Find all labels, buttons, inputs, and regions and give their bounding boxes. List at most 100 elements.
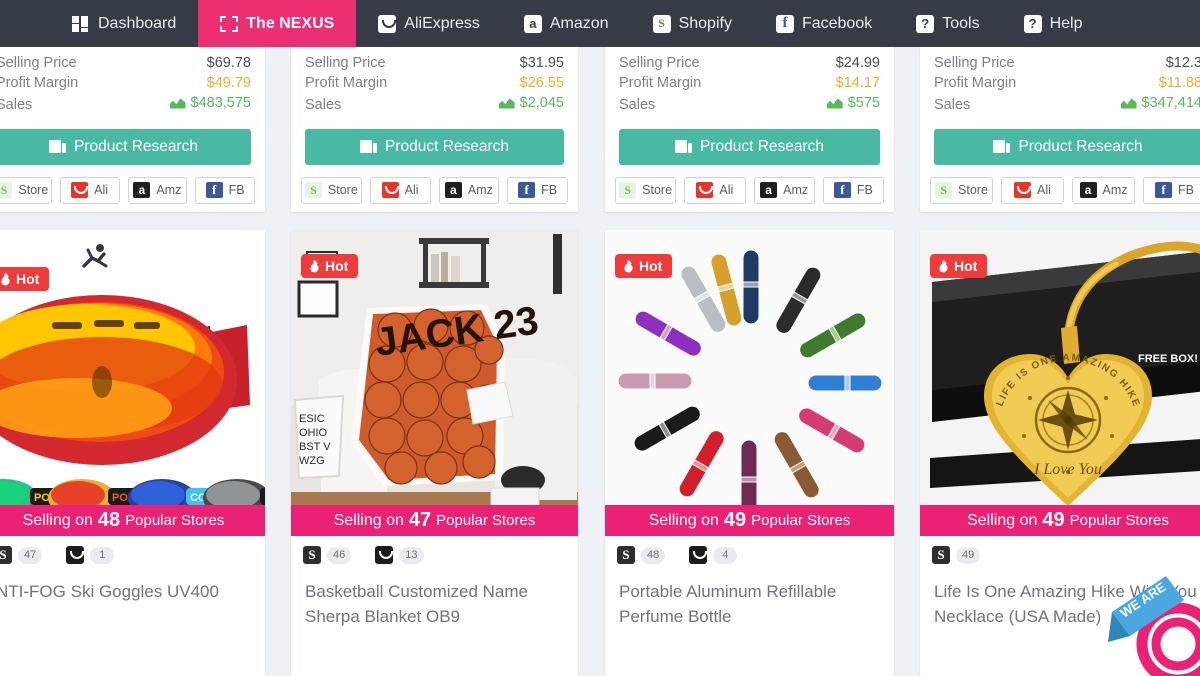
book-icon — [48, 140, 66, 153]
aliexpress-icon — [696, 182, 714, 198]
stat-value-wrap: $575 — [826, 95, 880, 111]
amz-link-button[interactable]: Amz — [1072, 176, 1135, 204]
stat-value-wrap: $347,414 — [1120, 95, 1200, 111]
stat-label: Profit Margin — [305, 75, 388, 91]
store-link-button[interactable]: Store — [930, 176, 993, 204]
nav-item-amazon[interactable]: a Amazon — [502, 0, 631, 47]
amazon-icon — [444, 182, 462, 198]
stat-sales: Sales $575 — [619, 93, 880, 115]
amz-link-button[interactable]: Amz — [127, 176, 188, 204]
product-image[interactable]: Hot Selling on 49 Popular Stores — [605, 230, 894, 536]
stat-profit-margin: Profit Margin $11.88 — [934, 73, 1200, 93]
aliexpress-icon — [66, 546, 85, 564]
stat-value-wrap: $2,045 — [498, 95, 564, 111]
store-link-button[interactable]: Store — [301, 176, 362, 204]
aliexpress-icon — [71, 182, 89, 198]
amz-link-button[interactable]: Amz — [438, 176, 500, 204]
product-title[interactable]: Portable Aluminum Refillable Perfume Bot… — [605, 564, 894, 629]
product-card-top: Selling Price $69.78 Profit Margin $49.7… — [0, 47, 265, 212]
stat-value: $24.99 — [835, 55, 880, 71]
platform-shopify: 47 — [0, 546, 43, 564]
amz-link-button[interactable]: Amz — [753, 176, 815, 204]
product-image[interactable]: JACK 23 ESIC OHIO BST V WZG Hot Selling … — [291, 230, 578, 536]
store-link-button[interactable]: Store — [615, 176, 677, 204]
aliexpress-icon — [375, 546, 394, 564]
chip-label: Store — [958, 183, 988, 197]
nav-item-dashboard[interactable]: Dashboard — [0, 0, 198, 47]
hot-badge: Hot — [0, 267, 50, 291]
shopify-store-icon — [0, 182, 13, 198]
platform-aliexpress: 1 — [66, 546, 115, 564]
facebook-icon — [205, 182, 223, 198]
product-title[interactable]: Basketball Customized Name Sherpa Blanke… — [291, 564, 578, 629]
product-title[interactable]: Life Is One Amazing Hike With You Neckla… — [920, 564, 1200, 629]
stat-label: Selling Price — [619, 55, 700, 71]
fb-link-button[interactable]: FB — [195, 176, 255, 204]
nav-item-aliexpress[interactable]: AliExpress — [356, 0, 502, 47]
stat-label: Sales — [934, 96, 971, 113]
stat-label: Selling Price — [934, 55, 1015, 71]
ali-link-button[interactable]: Ali — [684, 176, 746, 204]
ali-link-button[interactable]: Ali — [369, 176, 431, 204]
facebook-icon — [518, 182, 536, 198]
fb-link-button[interactable]: FB — [1143, 176, 1200, 204]
ali-link-button[interactable]: Ali — [1001, 176, 1064, 204]
svg-text:I Love You: I Love You — [1033, 461, 1102, 478]
product-title[interactable]: NTI-FOG Ski Goggles UV400 — [0, 564, 265, 605]
stat-value: $2,045 — [519, 95, 564, 111]
runner-icon — [82, 244, 108, 268]
stat-selling-price: Selling Price $31.95 — [305, 53, 564, 73]
nav-item-shopify[interactable]: Shopify — [631, 0, 754, 47]
product-research-button[interactable]: Product Research — [305, 128, 564, 165]
chip-label: Amz — [1102, 183, 1128, 197]
stat-value: $12.3 — [1165, 55, 1200, 71]
product-research-button[interactable]: Product Research — [934, 128, 1200, 165]
external-link-chips: Store Ali Amz FB — [0, 165, 265, 204]
product-image[interactable]: POZ POZ COP Hot Selling on 48 Popular St… — [0, 230, 265, 536]
amazon-icon: a — [523, 14, 542, 33]
nav-item-tools[interactable]: ? Tools — [894, 0, 1001, 47]
fb-link-button[interactable]: FB — [822, 176, 884, 204]
product-card[interactable]: JACK 23 ESIC OHIO BST V WZG Hot Selling … — [291, 230, 578, 676]
hot-label: Hot — [639, 258, 663, 274]
stat-selling-price: Selling Price $24.99 — [619, 53, 880, 73]
aliexpress-icon — [1014, 182, 1032, 198]
ali-link-button[interactable]: Ali — [59, 176, 120, 204]
fb-link-button[interactable]: FB — [507, 176, 568, 204]
product-research-button[interactable]: Product Research — [619, 128, 880, 165]
product-card[interactable]: FREE BOX! LIFE IS ONE AMAZING HIKE WITH … — [920, 230, 1200, 676]
shopify-store-icon — [619, 182, 637, 198]
stat-sales: Sales $483,575 — [0, 93, 251, 115]
selling-on-banner: Selling on 48 Popular Stores — [0, 505, 265, 536]
product-card[interactable]: Hot Selling on 49 Popular Stores 48 4 Po… — [605, 230, 894, 676]
sparkline-icon — [826, 98, 843, 109]
shopify-store-icon — [935, 182, 953, 198]
card-stats: Selling Price $31.95 Profit Margin $26.5… — [291, 47, 578, 115]
nav-item-the-nexus[interactable]: The NEXUS — [198, 0, 357, 47]
product-image[interactable]: FREE BOX! LIFE IS ONE AMAZING HIKE WITH … — [920, 230, 1200, 536]
store-link-button[interactable]: Store — [0, 176, 52, 204]
stat-value-wrap: $483,575 — [169, 95, 251, 111]
nav-item-help[interactable]: ? Help — [1002, 0, 1105, 47]
stat-selling-price: Selling Price $69.78 — [0, 53, 251, 73]
nav-label: Tools — [942, 14, 980, 32]
stat-value: $483,575 — [190, 95, 251, 111]
banner-prefix: Selling on — [648, 511, 719, 529]
product-card[interactable]: POZ POZ COP Hot Selling on 48 Popular St… — [0, 230, 265, 676]
platform-count: 48 — [641, 546, 666, 564]
banner-suffix: Popular Stores — [751, 512, 851, 529]
product-research-label: Product Research — [1018, 137, 1143, 155]
hot-badge: Hot — [301, 254, 359, 278]
svg-text:OHIO: OHIO — [299, 427, 328, 439]
book-icon — [674, 140, 692, 153]
product-card-top: Selling Price $24.99 Profit Margin $14.1… — [605, 47, 894, 212]
product-research-button[interactable]: Product Research — [0, 128, 251, 165]
stat-label: Sales — [619, 96, 656, 113]
nav-item-facebook[interactable]: f Facebook — [754, 0, 894, 47]
platform-count: 46 — [327, 546, 352, 564]
chip-label: FB — [1178, 183, 1194, 197]
hot-badge: Hot — [930, 254, 988, 278]
platform-count: 4 — [713, 546, 738, 564]
main-navbar: Dashboard The NEXUS AliExpress a Amazon … — [0, 0, 1200, 47]
shopify-icon — [652, 14, 671, 33]
